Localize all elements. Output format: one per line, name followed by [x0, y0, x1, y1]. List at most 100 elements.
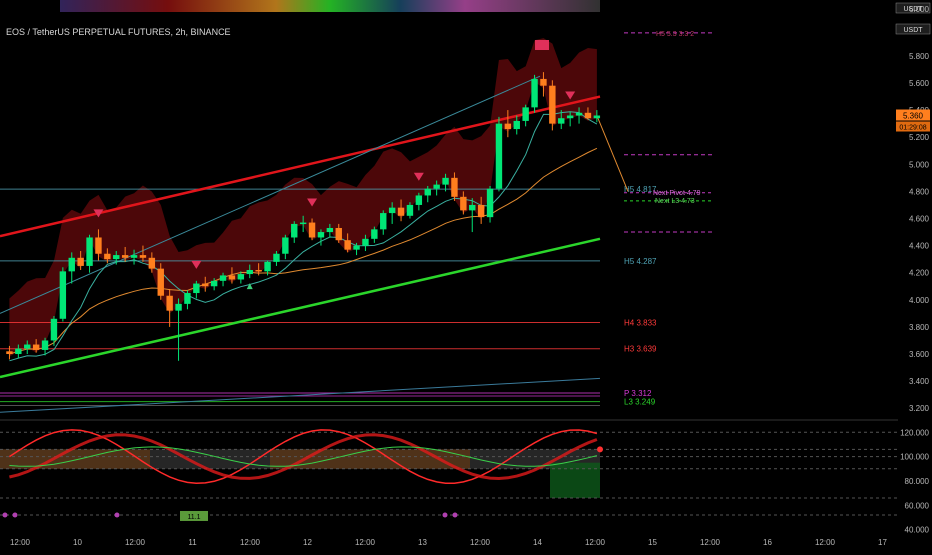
candle-body	[451, 177, 458, 197]
osc-axis-tick: 120.000	[900, 428, 929, 437]
pivot-label: H3 3.639	[624, 345, 657, 354]
candle-body	[344, 240, 351, 250]
time-axis-tick: 12:00	[240, 538, 261, 547]
candle-body	[32, 344, 40, 350]
candle-body	[371, 229, 378, 239]
chart-canvas[interactable]: H5 4.817 H5 4.287 H4 3.833 H3 3.639 P 3.312 L…	[0, 0, 932, 550]
time-axis-tick: 12:00	[585, 538, 606, 547]
candle-body	[41, 340, 49, 350]
candle-body	[15, 348, 22, 355]
candle-body	[175, 303, 182, 311]
price-axis-tick: 3.800	[909, 323, 930, 332]
candle-body	[104, 253, 111, 260]
candle-body	[406, 204, 414, 216]
candle-body	[388, 207, 396, 214]
candle-body	[415, 195, 423, 205]
candle-body	[264, 261, 271, 272]
time-axis-tick: 10	[73, 538, 82, 547]
osc-dot	[442, 512, 448, 518]
price-axis-tick: 3.400	[909, 377, 930, 386]
candle-body	[24, 344, 31, 349]
candle-body	[460, 196, 467, 211]
candle-body	[282, 237, 289, 254]
osc-dot	[452, 512, 458, 518]
osc-axis-tick: 60.000	[905, 501, 930, 510]
price-axis-tick: 5.200	[909, 133, 930, 142]
sell-signal-flag	[535, 40, 549, 50]
top-axis-label: 6.000	[909, 5, 930, 14]
price-axis-tick: 4.200	[909, 269, 930, 278]
candle-body	[202, 283, 209, 287]
candle-body	[504, 123, 512, 130]
candle-body	[433, 184, 440, 189]
price-axis-tick: 3.600	[909, 350, 930, 359]
candle-body	[469, 204, 476, 211]
price-axis-tick: 4.400	[909, 242, 930, 251]
candle-body	[486, 188, 494, 218]
price-axis-tick: 4.600	[909, 215, 930, 224]
candle-body	[157, 268, 164, 296]
candle-body	[513, 120, 520, 130]
candle-body	[380, 213, 387, 230]
candle-body	[121, 255, 129, 258]
candle-body	[353, 245, 360, 250]
symbol-title: EOS / TetherUS PERPETUAL FUTURES, 2h, BI…	[6, 27, 231, 37]
candle-body	[566, 115, 574, 119]
candle-body	[6, 351, 13, 355]
price-chart-svg[interactable]: H5 4.817H5 4.287H4 3.833H3 3.639P 3.312L…	[0, 0, 932, 550]
price-axis-tick: 5.800	[909, 52, 930, 61]
candle-body	[424, 188, 431, 196]
price-axis-tick: 4.000	[909, 296, 930, 305]
candle-body	[219, 275, 227, 281]
trend-line-low	[0, 377, 601, 413]
time-axis-tick: 13	[418, 538, 427, 547]
candle-body	[139, 255, 147, 258]
candle-body	[531, 78, 538, 108]
candle-body	[193, 283, 200, 294]
sell-cloud	[9, 38, 597, 357]
time-axis-tick: 17	[878, 538, 887, 547]
candle-body	[50, 318, 58, 341]
osc-band-green	[550, 462, 600, 498]
pivot-label: H5 4.287	[624, 257, 657, 266]
candle-body	[77, 257, 84, 266]
candle-body	[299, 222, 307, 225]
time-axis-tick: 12:00	[125, 538, 146, 547]
last-price-value: 5.360	[903, 112, 924, 121]
candle-body	[442, 177, 449, 185]
currency-label-2: USDT	[903, 27, 923, 34]
candle-body	[228, 275, 236, 280]
pivot-label: L3 3.249	[624, 398, 656, 407]
candle-body	[86, 237, 93, 266]
osc-dot	[2, 512, 8, 518]
candle-body	[477, 204, 485, 218]
candle-body	[255, 269, 262, 272]
osc-dot	[12, 512, 18, 518]
projection-line	[596, 115, 629, 192]
price-axis-tick: 3.200	[909, 404, 930, 413]
candle-body	[558, 118, 565, 124]
candle-body	[246, 269, 253, 275]
candle-body	[326, 227, 334, 233]
time-axis-tick: 12:00	[355, 538, 376, 547]
candle-body	[584, 112, 592, 119]
time-axis-tick: 12:00	[470, 538, 491, 547]
candle-body	[522, 107, 529, 121]
time-axis-tick: 15	[648, 538, 657, 547]
candle-body	[130, 255, 138, 258]
candle-body	[335, 227, 342, 241]
candle-body	[291, 223, 298, 238]
time-axis-tick: 11	[188, 538, 197, 547]
candle-body	[495, 123, 503, 189]
top-right-level-label: H5 5.3 3.3 2	[656, 31, 694, 38]
countdown-value: 01:29:08	[899, 125, 926, 132]
next-pivot-label: Next Pivot 4.79	[653, 190, 701, 197]
time-axis-tick: 12:00	[815, 538, 836, 547]
osc-current-dot	[597, 446, 603, 453]
osc-dot	[114, 512, 120, 518]
top-heat-strip	[60, 0, 600, 12]
time-axis-tick: 14	[533, 538, 542, 547]
price-axis-tick: 4.800	[909, 187, 930, 196]
candle-body	[59, 271, 67, 319]
candle-body	[308, 222, 316, 238]
